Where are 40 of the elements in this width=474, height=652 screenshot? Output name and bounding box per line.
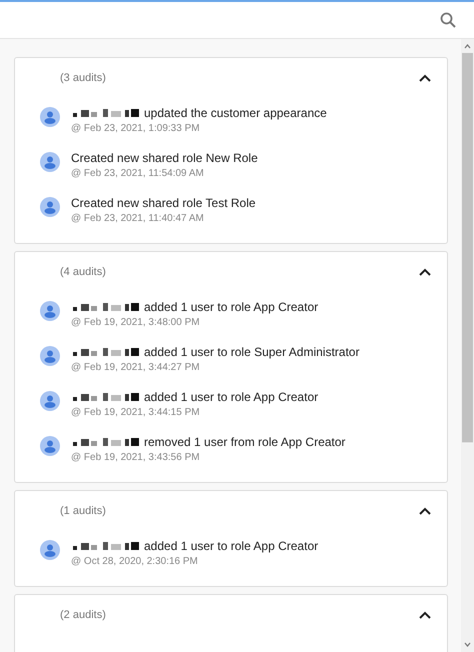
user-avatar-icon (40, 301, 60, 321)
audit-timestamp: @ Feb 23, 2021, 1:09:33 PM (71, 123, 201, 134)
redacted-name-drawing (71, 108, 141, 118)
audit-message: Created new shared role New Role (71, 151, 258, 165)
user-avatar-icon (40, 152, 60, 172)
scrollbar-drawing[interactable] (461, 39, 474, 652)
user-avatar-icon (40, 346, 60, 366)
redacted-name-drawing (71, 347, 141, 357)
user-avatar-icon (40, 107, 60, 127)
audit-count: (4 audits) (60, 266, 106, 278)
audit-timestamp: @ Feb 19, 2021, 3:48:00 PM (71, 317, 201, 328)
redacted-name-drawing (71, 302, 141, 312)
chevron-icon[interactable] (419, 74, 431, 82)
audit-count: (2 audits) (60, 609, 106, 621)
audit-message: added 1 user to role App Creator (144, 390, 318, 404)
user-avatar-icon (40, 540, 60, 560)
audit-message: removed 1 user from role App Creator (144, 435, 346, 449)
audit-message: added 1 user to role App Creator (144, 539, 318, 553)
redacted-name-drawing (71, 541, 141, 551)
user-avatar-icon (40, 391, 60, 411)
search-icon[interactable] (440, 12, 456, 28)
chevron-icon[interactable] (419, 611, 431, 619)
audit-timestamp: @ Oct 28, 2020, 2:30:16 PM (71, 556, 199, 567)
redacted-name-drawing (71, 392, 141, 402)
audit-count: (1 audits) (60, 505, 106, 517)
audit-timestamp: @ Feb 23, 2021, 11:54:09 AM (71, 168, 205, 179)
audit-timestamp: @ Feb 19, 2021, 3:44:27 PM (71, 362, 201, 373)
audit-timestamp: @ Feb 23, 2021, 11:40:47 AM (71, 213, 205, 224)
audit-message: updated the customer appearance (144, 106, 327, 120)
audit-message: added 1 user to role Super Administrator (144, 345, 360, 359)
user-avatar-icon (40, 197, 60, 217)
user-avatar-icon (40, 436, 60, 456)
audit-timestamp: @ Feb 19, 2021, 3:44:15 PM (71, 407, 201, 418)
audit-timestamp: @ Feb 19, 2021, 3:43:56 PM (71, 452, 201, 463)
audit-count: (3 audits) (60, 72, 106, 84)
audit-message: Created new shared role Test Role (71, 196, 256, 210)
audit-message: added 1 user to role App Creator (144, 300, 318, 314)
chevron-icon[interactable] (419, 268, 431, 276)
chevron-icon[interactable] (419, 507, 431, 515)
redacted-name-drawing (71, 437, 141, 447)
